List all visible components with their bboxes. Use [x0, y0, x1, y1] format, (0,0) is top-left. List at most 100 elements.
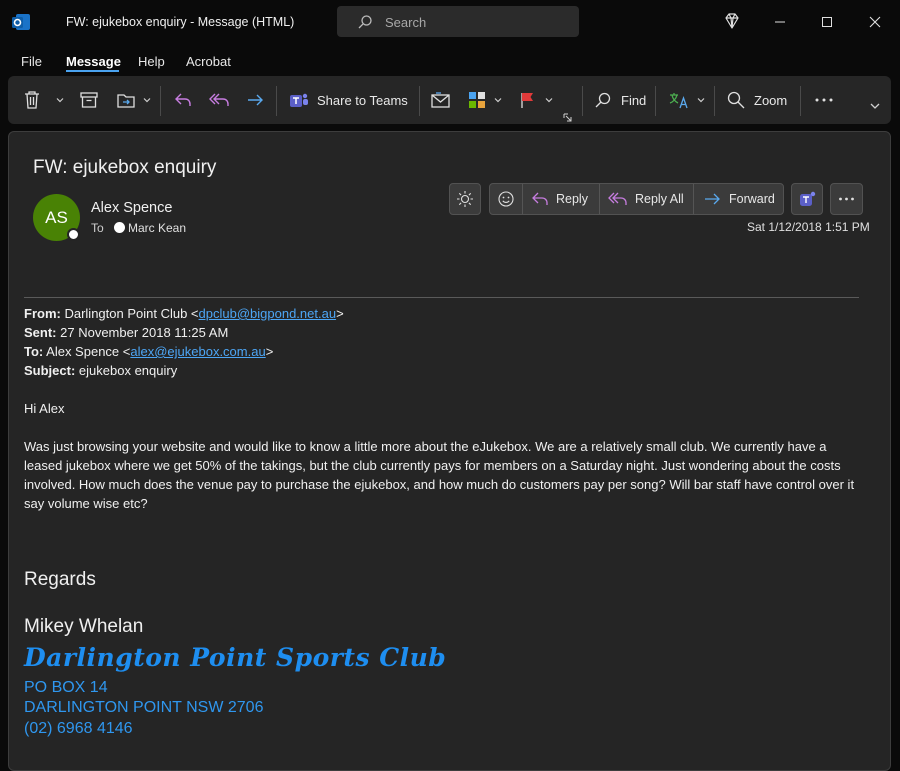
- teams-chat-button[interactable]: [791, 183, 823, 215]
- search-input[interactable]: Search: [337, 6, 579, 37]
- theme-toggle-button[interactable]: [449, 183, 481, 215]
- share-to-teams-button[interactable]: Share to Teams: [289, 88, 408, 112]
- move-button[interactable]: [116, 88, 153, 112]
- recipient-presence-icon: [114, 222, 125, 233]
- reply-icon: [532, 192, 548, 205]
- find-button[interactable]: Find: [593, 88, 646, 112]
- menu-acrobat[interactable]: Acrobat: [186, 54, 231, 69]
- forward-label: Forward: [729, 192, 775, 206]
- group-expand-button[interactable]: [563, 106, 573, 130]
- chevron-down-icon: [56, 98, 64, 103]
- chevron-down-icon: [697, 98, 705, 103]
- body-paragraph: Was just browsing your website and would…: [24, 439, 855, 511]
- more-actions-button[interactable]: [830, 183, 863, 215]
- share-to-teams-label: Share to Teams: [317, 92, 408, 108]
- forward-action-button[interactable]: Forward: [702, 184, 775, 214]
- ribbon-expand-button[interactable]: [868, 94, 882, 118]
- reply-action-button[interactable]: Reply: [531, 184, 588, 214]
- teams-icon: [800, 191, 816, 206]
- search-icon: [358, 15, 372, 29]
- more-commands-button[interactable]: [813, 88, 835, 112]
- translate-icon: [669, 93, 688, 109]
- forward-from-line: From: Darlington Point Club <dpclub@bigp…: [24, 304, 864, 323]
- ribbon-separator: [800, 86, 801, 116]
- to-field-label: To:: [24, 344, 44, 359]
- categorize-icon: [469, 92, 485, 108]
- ribbon-separator: [582, 86, 583, 116]
- from-email-link[interactable]: dpclub@bigpond.net.au: [199, 306, 337, 321]
- translate-button[interactable]: [668, 88, 707, 112]
- title-bar: FW: ejukebox enquiry - Message (HTML) Se…: [0, 0, 900, 44]
- trash-icon: [25, 91, 39, 109]
- forward-icon: [705, 193, 720, 205]
- ribbon-separator: [655, 86, 656, 116]
- zoom-button[interactable]: Zoom: [726, 88, 787, 112]
- emoji-reaction-button[interactable]: [490, 184, 522, 214]
- reply-all-button[interactable]: [208, 88, 230, 112]
- flag-icon: [521, 93, 533, 108]
- address-line-1: PO BOX 14: [24, 679, 108, 696]
- address-line-2: DARLINGTON POINT NSW 2706: [24, 699, 264, 716]
- action-divider: [693, 184, 694, 214]
- forward-to-line: To: Alex Spence <alex@ejukebox.com.au>: [24, 342, 864, 361]
- from-name: Darlington Point Club <: [64, 306, 199, 321]
- reply-all-label: Reply All: [635, 192, 684, 206]
- premium-diamond-icon[interactable]: [718, 8, 746, 36]
- ribbon-separator: [714, 86, 715, 116]
- ribbon-separator: [276, 86, 277, 116]
- chevron-down-icon: [545, 98, 553, 103]
- reading-pane: FW: ejukebox enquiry AS Alex Spence To M…: [8, 131, 891, 771]
- reply-button[interactable]: [173, 88, 193, 112]
- minimize-button[interactable]: [766, 8, 794, 36]
- phone-number: (02) 6968 4146: [24, 720, 133, 737]
- message-date: Sat 1/12/2018 1:51 PM: [747, 220, 870, 234]
- more-icon: [815, 98, 833, 102]
- archive-icon: [80, 92, 98, 108]
- categorize-button[interactable]: [467, 88, 504, 112]
- message-body: From: Darlington Point Club <dpclub@bigp…: [24, 304, 864, 513]
- from-close: >: [336, 306, 344, 321]
- sender-name[interactable]: Alex Spence: [91, 200, 172, 216]
- to-label: To: [91, 221, 104, 235]
- message-subject: FW: ejukebox enquiry: [33, 157, 217, 178]
- greeting: Hi Alex: [24, 401, 65, 416]
- close-button[interactable]: [861, 8, 889, 36]
- reply-all-icon: [608, 192, 627, 205]
- reply-label: Reply: [556, 192, 588, 206]
- action-divider: [522, 184, 523, 214]
- archive-button[interactable]: [79, 88, 99, 112]
- menu-message[interactable]: Message: [66, 54, 121, 69]
- subject-label: Subject:: [24, 363, 76, 378]
- avatar-initials: AS: [45, 207, 68, 227]
- zoom-icon: [727, 91, 745, 109]
- zoom-label: Zoom: [754, 92, 788, 108]
- recipient-name[interactable]: Marc Kean: [128, 221, 186, 235]
- teams-icon: [290, 93, 308, 107]
- regards-text: Regards: [24, 569, 96, 590]
- sent-value: 27 November 2018 11:25 AM: [60, 325, 229, 340]
- from-label: From:: [24, 306, 61, 321]
- forward-sent-line: Sent: 27 November 2018 11:25 AM: [24, 323, 864, 342]
- to-email-link[interactable]: alex@ejukebox.com.au: [130, 344, 265, 359]
- forward-icon: [248, 94, 263, 106]
- maximize-button[interactable]: [813, 8, 841, 36]
- sent-label: Sent:: [24, 325, 57, 340]
- window-title: FW: ejukebox enquiry - Message (HTML): [66, 15, 295, 29]
- flag-button[interactable]: [518, 88, 555, 112]
- menu-file[interactable]: File: [21, 54, 42, 69]
- ribbon-toolbar: Share to Teams Find Zoom: [8, 76, 891, 124]
- forward-button[interactable]: [245, 88, 265, 112]
- menu-help[interactable]: Help: [138, 54, 165, 69]
- message-actions-group: Reply Reply All Forward: [489, 183, 784, 215]
- chevron-down-icon: [494, 98, 502, 103]
- to-close: >: [265, 344, 274, 359]
- mark-unread-button[interactable]: [430, 88, 452, 112]
- envelope-icon: [431, 92, 450, 108]
- to-field-name: Alex Spence <: [46, 344, 131, 359]
- chevron-down-icon: [870, 103, 880, 109]
- subject-value: ejukebox enquiry: [78, 363, 178, 378]
- ribbon-separator: [419, 86, 420, 116]
- reply-all-action-button[interactable]: Reply All: [608, 184, 684, 214]
- delete-button[interactable]: [22, 88, 66, 112]
- more-icon: [839, 197, 854, 201]
